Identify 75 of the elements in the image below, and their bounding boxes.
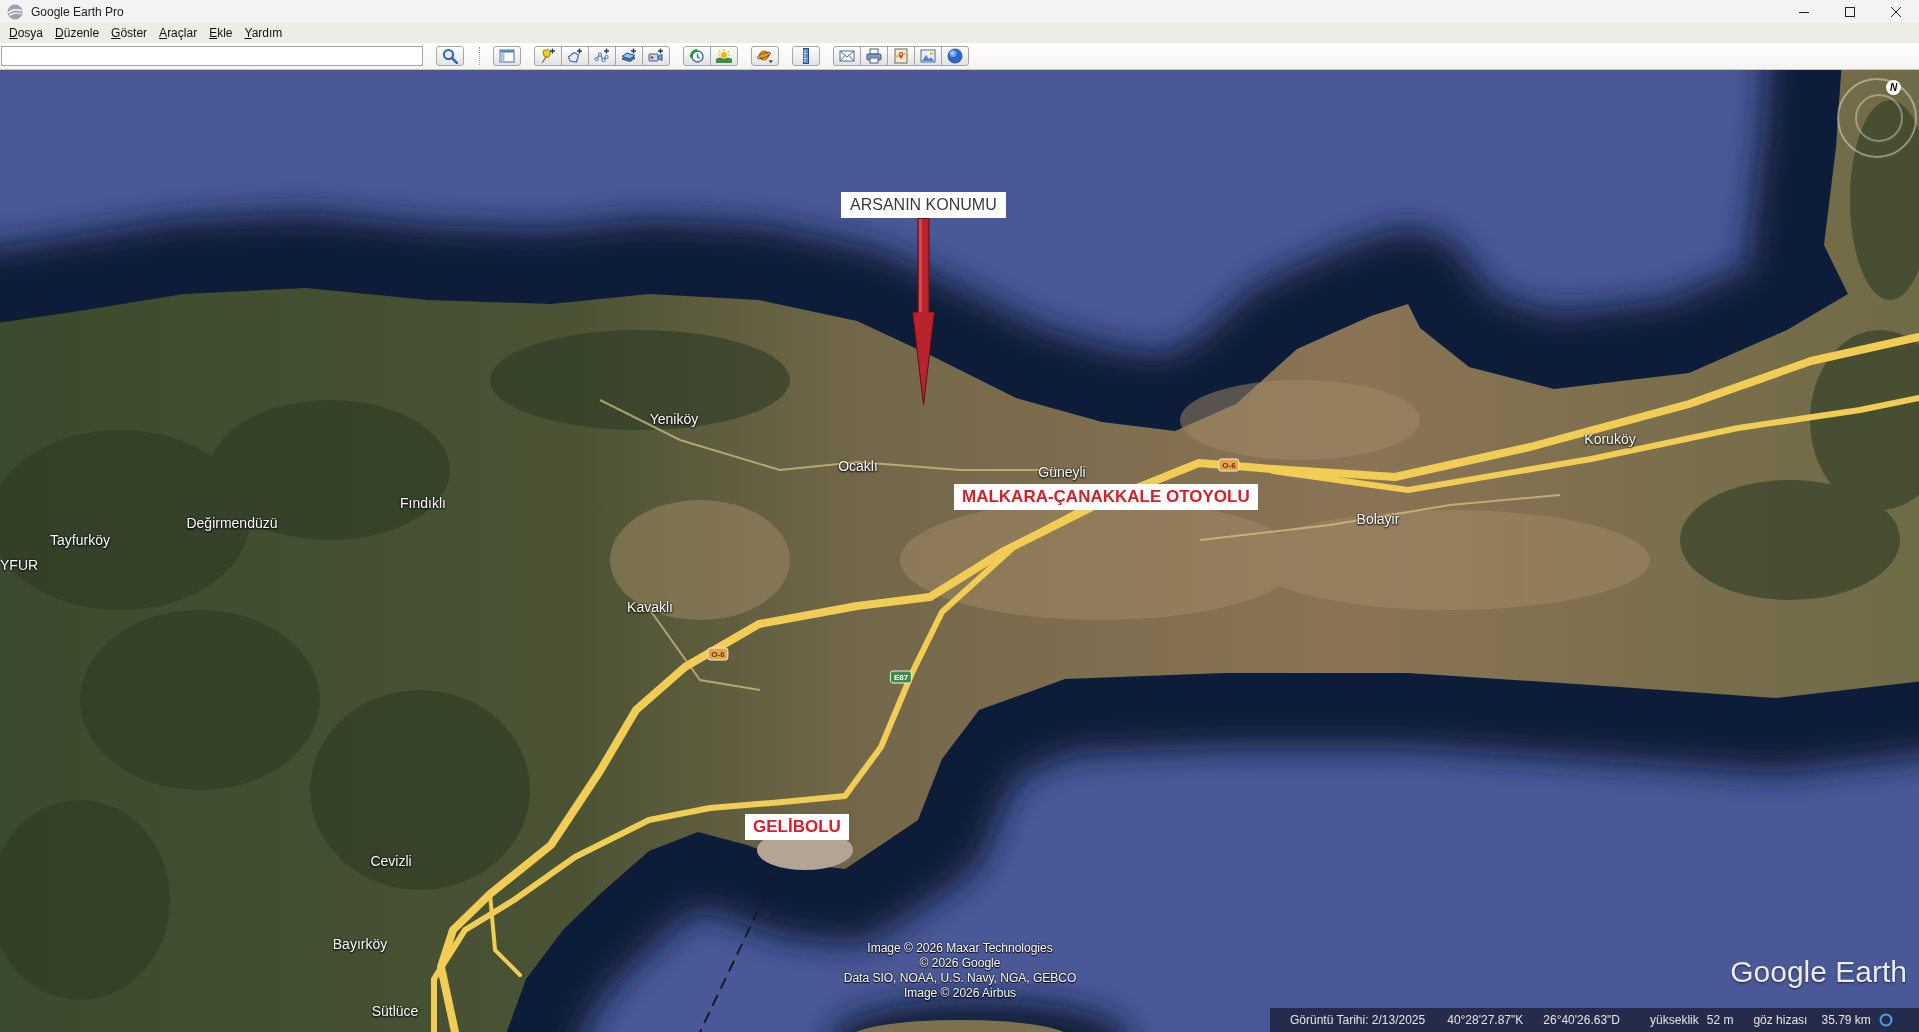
place-label: Bayırköy <box>332 936 388 952</box>
ruler-button[interactable] <box>792 46 820 66</box>
menu-item[interactable]: Araçlar <box>159 25 198 41</box>
place-label: Fındıklı <box>400 495 446 511</box>
imagery-date: Görüntü Tarihi: 2/13/2025 <box>1290 1012 1426 1029</box>
sunlight-button[interactable] <box>710 46 738 66</box>
clock-icon <box>689 48 705 64</box>
camera-plus-icon <box>648 48 664 64</box>
image-overlay-button[interactable] <box>615 46 643 66</box>
longitude-value: 26°40'26.63"D <box>1543 1012 1621 1029</box>
place-label: Tayfurköy <box>50 532 110 548</box>
menu-item[interactable]: Ekle <box>209 25 233 41</box>
path-button[interactable] <box>588 46 616 66</box>
place-label: Ocaklı <box>838 458 878 474</box>
place-label: Sütlüce <box>371 1003 419 1019</box>
web-button[interactable] <box>941 46 969 66</box>
menu-item[interactable]: Göster <box>111 25 148 41</box>
email-button[interactable] <box>833 46 861 66</box>
search-field[interactable] <box>1 46 423 66</box>
road-shield: O-6 <box>707 647 729 661</box>
place-label: Kavaklı <box>627 599 673 615</box>
attribution-line: Image © 2026 Maxar Technologies <box>867 941 1053 956</box>
picture-icon <box>920 48 936 64</box>
place-label: Yeniköy <box>649 411 699 427</box>
sun-landscape-icon <box>716 48 732 64</box>
historical-imagery-button[interactable] <box>683 46 711 66</box>
planet-icon <box>757 48 773 64</box>
sidebar-button[interactable] <box>493 46 521 66</box>
polygon-button[interactable] <box>561 46 589 66</box>
path-plus-icon <box>594 48 610 64</box>
callout-label: ARSANIN KONUMU <box>841 192 1006 218</box>
layers-plus-icon <box>621 48 637 64</box>
place-label: Bolayir <box>1356 511 1400 527</box>
close-icon <box>1891 6 1901 17</box>
globe-icon <box>7 3 23 20</box>
attribution-line: Image © 2026 Airbus <box>903 986 1017 1001</box>
eye-altitude-value: 35.79 km <box>1821 1012 1871 1029</box>
window-title: Google Earth Pro <box>31 3 124 21</box>
planet-button[interactable] <box>751 46 779 66</box>
search-button[interactable] <box>436 46 464 66</box>
road-shield: O-6 <box>1218 458 1240 472</box>
callout-label: GELİBOLU <box>745 814 849 840</box>
sidebar-panel-icon <box>499 48 515 64</box>
record-tour-button[interactable] <box>642 46 670 66</box>
attribution-line: Data SIO, NOAA, U.S. Navy, NGA, GEBCO <box>843 971 1077 986</box>
globe-icon <box>947 48 963 64</box>
callout-label: MALKARA-ÇANAKKALE OTOYOLU <box>954 484 1258 510</box>
menu-item[interactable]: Düzenle <box>55 25 100 41</box>
ring-icon <box>1878 1013 1893 1027</box>
logo-wordmark: Google Earth <box>1730 954 1907 990</box>
maps-button[interactable] <box>887 46 915 66</box>
place-label: Güneyli <box>1038 464 1086 480</box>
print-button[interactable] <box>860 46 888 66</box>
attribution-line: © 2026 Google <box>919 956 1001 971</box>
placemark-button[interactable] <box>534 46 562 66</box>
place-label: Değirmendüzü <box>186 515 278 531</box>
place-label: YFUR <box>0 557 39 573</box>
save-image-button[interactable] <box>914 46 942 66</box>
elevation-value: 52 m <box>1706 1012 1734 1029</box>
eye-altitude-label: göz hizası <box>1753 1012 1808 1029</box>
envelope-icon <box>839 48 855 64</box>
polygon-plus-icon <box>567 48 583 64</box>
printer-icon <box>866 48 882 64</box>
place-label: Cevizli <box>370 853 412 869</box>
latitude-value: 40°28'27.87"K <box>1447 1012 1524 1029</box>
search-icon <box>442 48 458 64</box>
place-label: Koruköy <box>1584 431 1636 447</box>
map-pin-icon <box>893 48 909 64</box>
maximize-icon <box>1845 6 1855 17</box>
elevation-label: yükseklik <box>1650 1012 1699 1029</box>
menu-item[interactable]: Dosya <box>9 25 44 41</box>
menu-item[interactable]: Yardım <box>244 25 283 41</box>
pushpin-plus-icon <box>540 48 556 64</box>
look-ring[interactable] <box>1855 94 1903 142</box>
road-shield: E87 <box>889 670 913 684</box>
